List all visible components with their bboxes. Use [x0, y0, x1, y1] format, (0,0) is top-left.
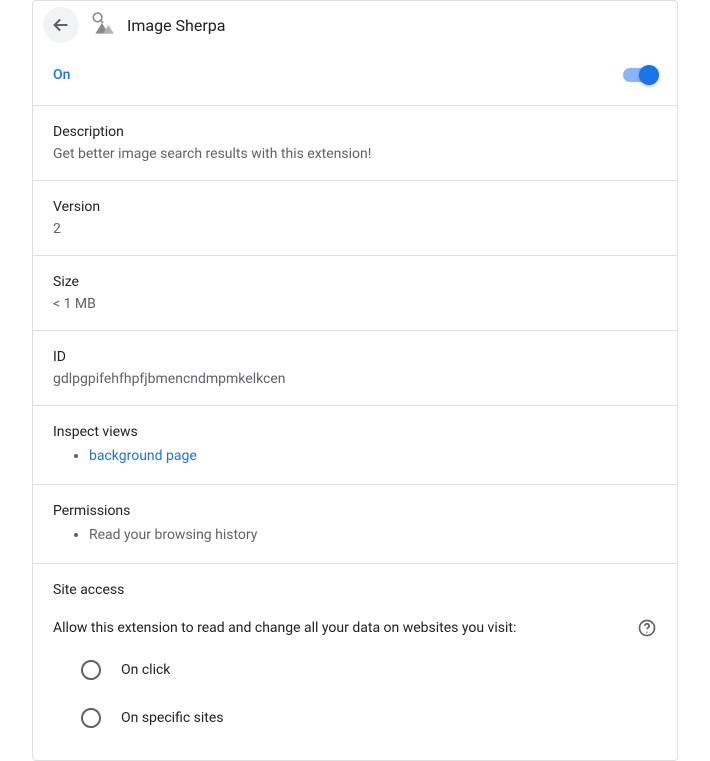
description-value: Get better image search results with thi… — [53, 146, 657, 162]
background-page-link[interactable]: background page — [89, 448, 197, 464]
inspect-views-section: Inspect views background page — [33, 405, 677, 484]
size-label: Size — [53, 274, 657, 290]
enable-toggle[interactable] — [623, 68, 657, 82]
id-label: ID — [53, 349, 657, 365]
permissions-list: Read your browsing history — [53, 525, 657, 545]
toggle-knob — [639, 65, 659, 85]
enable-toggle-row: On — [33, 43, 677, 105]
extension-detail-panel: Image Sherpa On Description Get better i… — [32, 0, 678, 761]
inspect-views-label: Inspect views — [53, 424, 657, 440]
help-icon[interactable] — [637, 618, 657, 638]
arrow-left-icon — [50, 14, 72, 36]
inspect-views-list: background page — [53, 446, 657, 466]
back-button[interactable] — [43, 7, 79, 43]
description-section: Description Get better image search resu… — [33, 105, 677, 180]
site-access-description-row: Allow this extension to read and change … — [53, 618, 657, 638]
radio-icon — [81, 660, 101, 680]
size-section: Size < 1 MB — [33, 255, 677, 330]
site-access-option-on-click[interactable]: On click — [53, 646, 657, 694]
radio-icon — [81, 708, 101, 728]
extension-app-icon — [89, 11, 117, 39]
extension-title: Image Sherpa — [127, 16, 225, 35]
inspect-view-item: background page — [89, 446, 657, 466]
version-section: Version 2 — [33, 180, 677, 255]
enable-label: On — [53, 67, 70, 83]
permissions-label: Permissions — [53, 503, 657, 519]
radio-label: On click — [121, 662, 170, 678]
site-access-option-specific-sites[interactable]: On specific sites — [53, 694, 657, 742]
size-value: < 1 MB — [53, 296, 657, 312]
site-access-description: Allow this extension to read and change … — [53, 620, 516, 636]
site-access-section: Site access Allow this extension to read… — [33, 563, 677, 760]
permissions-section: Permissions Read your browsing history — [33, 484, 677, 563]
radio-label: On specific sites — [121, 710, 224, 726]
header: Image Sherpa — [33, 1, 677, 43]
description-label: Description — [53, 124, 657, 140]
permission-item: Read your browsing history — [89, 525, 657, 545]
version-label: Version — [53, 199, 657, 215]
site-access-options: On click On specific sites — [53, 646, 657, 742]
version-value: 2 — [53, 221, 657, 237]
id-section: ID gdlpgpifehfhpfjbmencndmpmkelkcen — [33, 330, 677, 405]
id-value: gdlpgpifehfhpfjbmencndmpmkelkcen — [53, 371, 657, 387]
site-access-label: Site access — [53, 582, 657, 598]
